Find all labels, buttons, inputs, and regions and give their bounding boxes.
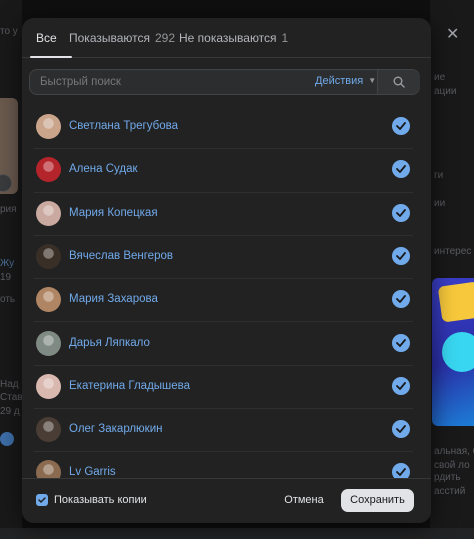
show-copies-label[interactable]: Показывать копии (54, 494, 147, 506)
active-tab-indicator (30, 56, 72, 58)
selected-check-icon[interactable] (392, 160, 410, 179)
avatar (36, 330, 61, 356)
background-text: рия (0, 204, 17, 215)
selected-check-icon[interactable] (392, 420, 410, 439)
friend-row[interactable]: Lv Garris (34, 452, 413, 478)
selected-check-icon[interactable] (392, 117, 410, 135)
chevron-down-icon: ▼ (368, 76, 377, 85)
search-input[interactable] (30, 70, 310, 94)
background-text: Над (0, 379, 19, 390)
friend-list: Светлана Трегубова Алена Судак Мария Копец… (22, 106, 431, 478)
friend-row[interactable]: Мария Копецкая (34, 193, 413, 236)
friend-row[interactable]: Мария Захарова (34, 279, 413, 323)
friend-row[interactable]: Светлана Трегубова (34, 106, 413, 150)
tab-count: 292 (155, 31, 176, 45)
modal-footer: Показывать копии Отмена Сохранить (22, 478, 431, 523)
avatar (36, 417, 61, 443)
actions-dropdown[interactable]: Действия ▼ (315, 75, 376, 87)
tab-shown[interactable]: Показываются 292 (69, 31, 175, 45)
background-text: Став (0, 392, 23, 403)
cancel-button[interactable]: Отмена (278, 488, 330, 512)
background-text: то у (0, 26, 18, 37)
avatar (36, 460, 61, 478)
friend-name[interactable]: Вячеслав Венгеров (69, 250, 173, 262)
background-text: Жу (0, 258, 15, 269)
close-icon[interactable]: ✕ (446, 24, 459, 44)
selected-check-icon[interactable] (392, 290, 410, 309)
friend-name[interactable]: Мария Захарова (69, 293, 158, 305)
friend-name[interactable]: Дарья Ляпкало (69, 337, 150, 349)
background-text: ации (434, 86, 457, 97)
background-text: свой ло (434, 460, 470, 471)
friend-name[interactable]: Олег Закарлюкин (69, 423, 162, 435)
background-text: рдить (434, 472, 461, 483)
background-text: ие (434, 72, 446, 83)
selected-check-icon[interactable] (392, 376, 410, 395)
tab-all[interactable]: Все (36, 31, 57, 45)
selected-check-icon[interactable] (392, 463, 410, 478)
avatar (36, 287, 61, 313)
friend-name[interactable]: Светлана Трегубова (69, 120, 178, 132)
background-text: асстий (434, 486, 466, 497)
tab-label: Все (36, 31, 57, 45)
background-avatar (0, 432, 14, 446)
friend-row[interactable]: Алена Судак (34, 149, 413, 193)
background-text: ии (434, 198, 446, 209)
avatar (36, 114, 61, 139)
checkmark-icon (38, 497, 46, 503)
avatar (36, 157, 61, 183)
background-text: альная, 60 (434, 446, 474, 457)
tab-label: Не показываются (179, 31, 277, 45)
friend-row[interactable]: Вячеслав Венгеров (34, 236, 413, 280)
save-button[interactable]: Сохранить (341, 489, 414, 512)
tab-hidden[interactable]: Не показываются 1 (179, 31, 288, 45)
selected-check-icon[interactable] (392, 203, 410, 222)
friend-name[interactable]: Мария Копецкая (69, 207, 158, 219)
selected-check-icon[interactable] (392, 333, 410, 352)
background-bottom-bar (0, 528, 474, 539)
avatar (36, 373, 61, 399)
friend-name[interactable]: Алена Судак (69, 163, 138, 175)
tab-bar: Все Показываются 292 Не показываются 1 (22, 18, 431, 58)
background-left-column: то у рия Жу 19 оть Над Став 29 д (0, 0, 23, 539)
actions-label: Действия (315, 75, 364, 87)
friend-name[interactable]: Lv Garris (69, 466, 116, 478)
show-copies-checkbox[interactable] (36, 494, 48, 506)
friend-row[interactable]: Олег Закарлюкин (34, 409, 413, 453)
selected-check-icon[interactable] (392, 246, 410, 265)
background-text: оть (0, 294, 16, 305)
background-right-column: ✕ ие ации ги ии интерес альная, 60 свой … (430, 0, 474, 539)
friend-row[interactable]: Екатерина Гладышева (34, 366, 413, 410)
search-icon (393, 76, 405, 88)
tab-label: Показываются (69, 31, 150, 45)
avatar (36, 200, 61, 226)
avatar (36, 243, 61, 269)
friends-visibility-modal: Все Показываются 292 Не показываются 1 Дей… (22, 18, 431, 523)
friend-name[interactable]: Екатерина Гладышева (69, 380, 190, 392)
background-text: ги (434, 170, 444, 181)
friend-row[interactable]: Дарья Ляпкало (34, 323, 413, 366)
tab-count: 1 (281, 31, 289, 45)
search-bar: Действия ▼ (29, 69, 420, 95)
background-text: 19 (0, 272, 12, 283)
background-banner (432, 278, 474, 426)
background-text: 29 д (0, 406, 20, 417)
background-text: интерес (434, 246, 472, 257)
search-button[interactable] (377, 70, 420, 94)
